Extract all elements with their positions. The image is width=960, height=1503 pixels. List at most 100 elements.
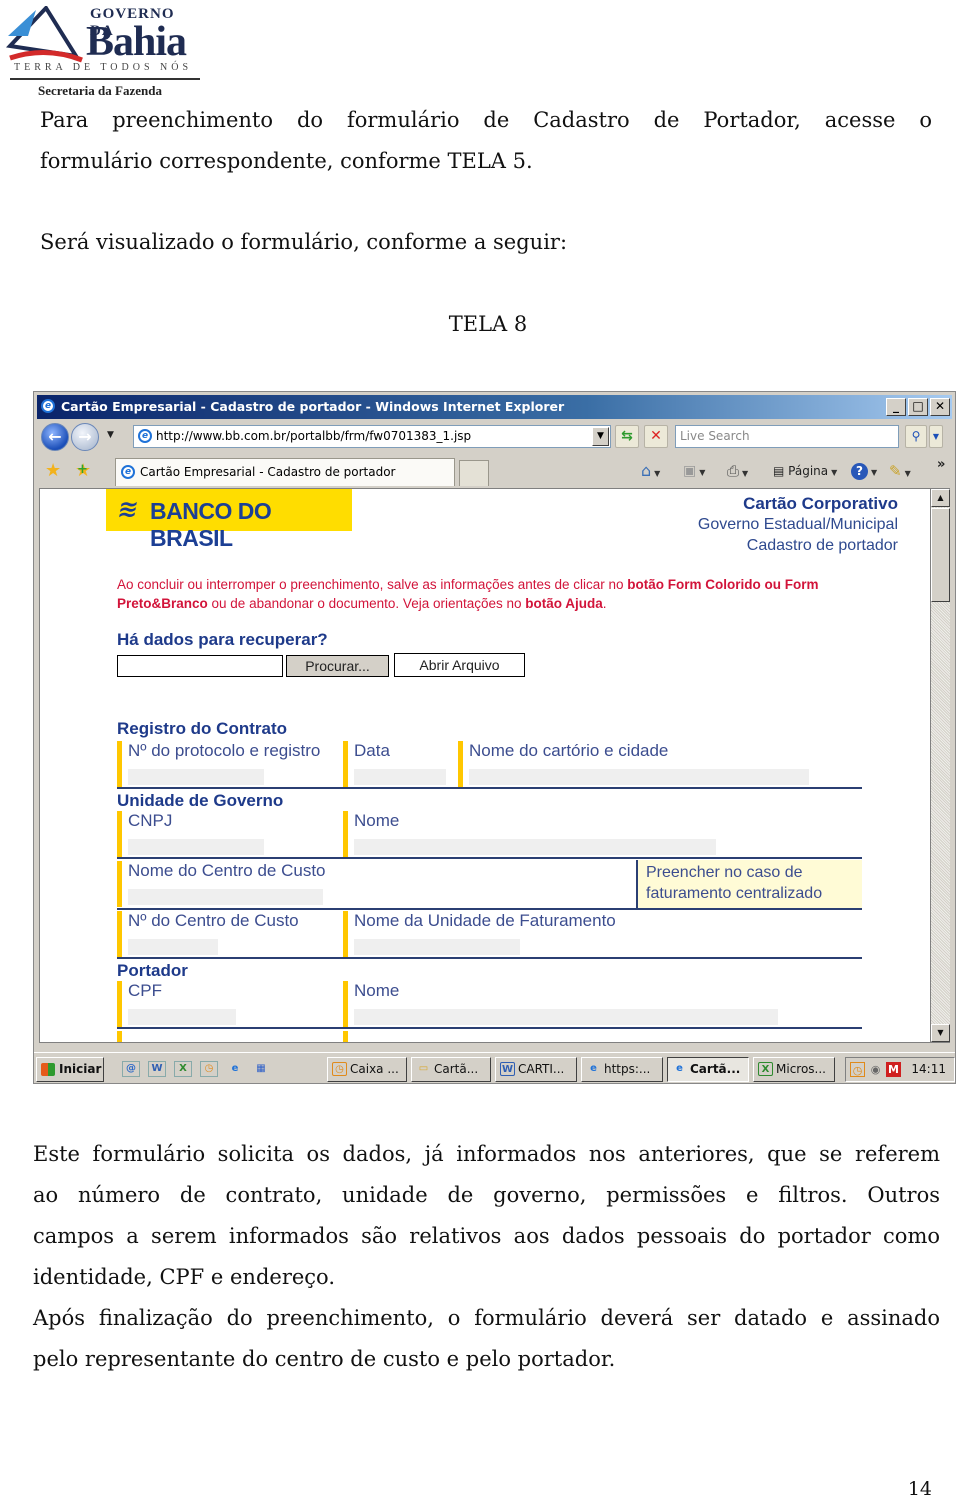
form-header-title: Cartão Corporativo xyxy=(743,494,898,513)
ie-icon: e xyxy=(41,399,55,413)
forward-arrow-icon: → xyxy=(78,427,92,446)
explanation-line: Este formulário solicita os dados, já in… xyxy=(33,1142,940,1166)
status-bar xyxy=(37,1046,952,1050)
clock-icon[interactable]: ◷ xyxy=(850,1062,865,1077)
tab-bar: ★ ★ + e Cartão Empresarial - Cadastro de … xyxy=(37,456,952,486)
scroll-thumb[interactable] xyxy=(931,508,950,602)
maximize-button[interactable]: □ xyxy=(908,398,928,416)
search-input[interactable]: Live Search xyxy=(675,425,899,448)
field-cartorio: Nome do cartório e cidade xyxy=(458,741,858,787)
data-input[interactable] xyxy=(354,769,446,785)
ie-icon: e xyxy=(590,1063,597,1074)
address-dropdown-button[interactable]: ▼ xyxy=(592,427,609,446)
print-button[interactable]: ⎙ ▼ xyxy=(727,462,748,483)
tab-label: Cartão Empresarial - Cadastro de portado… xyxy=(140,465,396,479)
scroll-down-button[interactable]: ▼ xyxy=(931,1024,950,1042)
folder-icon: ▭ xyxy=(418,1063,429,1074)
cartorio-input[interactable] xyxy=(469,769,809,785)
field-data: Data xyxy=(343,741,453,787)
feeds-button[interactable]: ▣ ▼ xyxy=(683,462,705,482)
nome-portador-input[interactable] xyxy=(354,1009,778,1025)
help-button[interactable]: ? ▼ xyxy=(851,462,877,482)
field-label: Nome da Unidade de Faturamento xyxy=(354,911,616,930)
speaker-icon[interactable]: ◉ xyxy=(868,1062,883,1077)
save-warning: Ao concluir ou interromper o preenchimen… xyxy=(117,575,877,613)
more-commands-button[interactable]: » xyxy=(937,456,945,474)
numero-centro-custo-input[interactable] xyxy=(128,939,218,955)
divider xyxy=(117,1027,862,1029)
cnpj-input[interactable] xyxy=(128,839,264,855)
outlook-icon[interactable]: @ xyxy=(122,1061,140,1077)
nome-centro-custo-input[interactable] xyxy=(128,889,323,905)
word-icon[interactable]: W xyxy=(148,1061,166,1077)
field-protocolo: Nº do protocolo e registro xyxy=(117,741,337,787)
refresh-button[interactable]: ⇆ xyxy=(615,425,639,448)
field-label: Nome do cartório e cidade xyxy=(469,741,669,760)
mcafee-icon[interactable]: M xyxy=(886,1062,901,1077)
unidade-faturamento-input[interactable] xyxy=(354,939,520,955)
search-options-button[interactable]: ▼ xyxy=(929,425,943,448)
ie-icon[interactable]: e xyxy=(226,1061,244,1077)
forward-button[interactable]: → xyxy=(71,423,99,451)
vertical-scrollbar[interactable]: ▲ ▼ xyxy=(931,488,950,1043)
excel-icon[interactable]: X xyxy=(174,1061,192,1077)
address-url: http://www.bb.com.br/portalbb/frm/fw0701… xyxy=(156,429,472,443)
search-button[interactable]: ⚲ xyxy=(905,425,927,448)
divider xyxy=(117,787,862,789)
back-arrow-icon: ← xyxy=(48,427,62,446)
browse-button[interactable]: Procurar... xyxy=(286,655,389,677)
taskbar-button[interactable]: ▭ Cartã... xyxy=(411,1057,491,1082)
ie-icon: e xyxy=(121,465,135,479)
field-partial-cut xyxy=(343,1031,563,1042)
excel-icon: X xyxy=(758,1062,773,1076)
explanation-paragraph: Este formulário solicita os dados, já in… xyxy=(33,1134,940,1380)
conclusion-line: Após finalização do preenchimento, o for… xyxy=(33,1306,940,1330)
refresh-icon: ⇆ xyxy=(621,428,633,444)
home-button[interactable]: ⌂ ▼ xyxy=(641,462,660,483)
taskbar-button[interactable]: X Micros... xyxy=(753,1057,835,1082)
taskbar-button[interactable]: e https:... xyxy=(581,1057,663,1082)
file-path-input[interactable] xyxy=(117,655,283,677)
tab-active[interactable]: e Cartão Empresarial - Cadastro de porta… xyxy=(115,458,455,486)
intro-paragraph: Para preenchimento do formulário de Cada… xyxy=(40,100,932,182)
taskbar-button-active[interactable]: e Cartã... xyxy=(667,1057,749,1082)
start-button[interactable]: Iniciar xyxy=(36,1057,104,1082)
logo-department: Secretaria da Fazenda xyxy=(38,83,162,98)
system-tray: ◷ ◉ M 14:11 xyxy=(845,1057,955,1082)
conclusion-line: pelo representante do centro de custo e … xyxy=(33,1347,616,1371)
scroll-up-button[interactable]: ▲ xyxy=(931,489,950,507)
page-content: ≋ BANCO DO BRASIL Cartão Corporativo Gov… xyxy=(39,488,931,1043)
window-title: Cartão Empresarial - Cadastro de portado… xyxy=(61,399,565,414)
page-menu-button[interactable]: ▤ Página ▼ xyxy=(773,462,837,482)
new-tab-button[interactable] xyxy=(459,460,489,486)
minimize-button[interactable]: _ xyxy=(886,398,906,416)
home-icon: ⌂ xyxy=(641,461,652,480)
clock-icon[interactable]: ◷ xyxy=(200,1061,218,1077)
cpf-input[interactable] xyxy=(128,1009,236,1025)
window-titlebar: e Cartão Empresarial - Cadastro de porta… xyxy=(37,395,952,419)
recent-pages-dropdown[interactable]: ▼ xyxy=(107,430,114,440)
address-bar[interactable]: e http://www.bb.com.br/portalbb/frm/fw07… xyxy=(133,425,611,448)
divider xyxy=(117,957,862,959)
taskbar-button[interactable]: W CARTI... xyxy=(495,1057,577,1082)
page-icon: e xyxy=(138,429,152,443)
back-button[interactable]: ← xyxy=(41,423,69,451)
protocolo-input[interactable] xyxy=(128,769,264,785)
taskbar-button[interactable]: ◷ Caixa ... xyxy=(327,1057,407,1082)
nome-governo-input[interactable] xyxy=(354,839,716,855)
intro-line-2: formulário correspondente, conforme TELA… xyxy=(40,149,533,173)
tools-button[interactable]: ✎ ▼ xyxy=(889,462,911,483)
governo-bahia-logo: GOVERNO DA Bahia TERRA DE TODOS NÓS Secr… xyxy=(6,4,202,98)
logo-tagline: TERRA DE TODOS NÓS xyxy=(14,62,193,73)
word-icon: W xyxy=(500,1062,515,1076)
open-file-button[interactable]: Abrir Arquivo xyxy=(394,653,525,677)
ie-icon: e xyxy=(676,1063,683,1074)
add-star-icon[interactable]: ★ + xyxy=(75,460,91,481)
star-icon[interactable]: ★ xyxy=(45,460,61,481)
stop-button[interactable]: ✕ xyxy=(644,425,668,448)
close-button[interactable]: ✕ xyxy=(930,398,950,416)
clock: 14:11 xyxy=(911,1062,946,1076)
field-unidade-faturamento: Nome da Unidade de Faturamento xyxy=(343,911,843,957)
desktop-icon[interactable]: ▦ xyxy=(252,1061,270,1077)
section-title-governo: Unidade de Governo xyxy=(117,791,284,810)
